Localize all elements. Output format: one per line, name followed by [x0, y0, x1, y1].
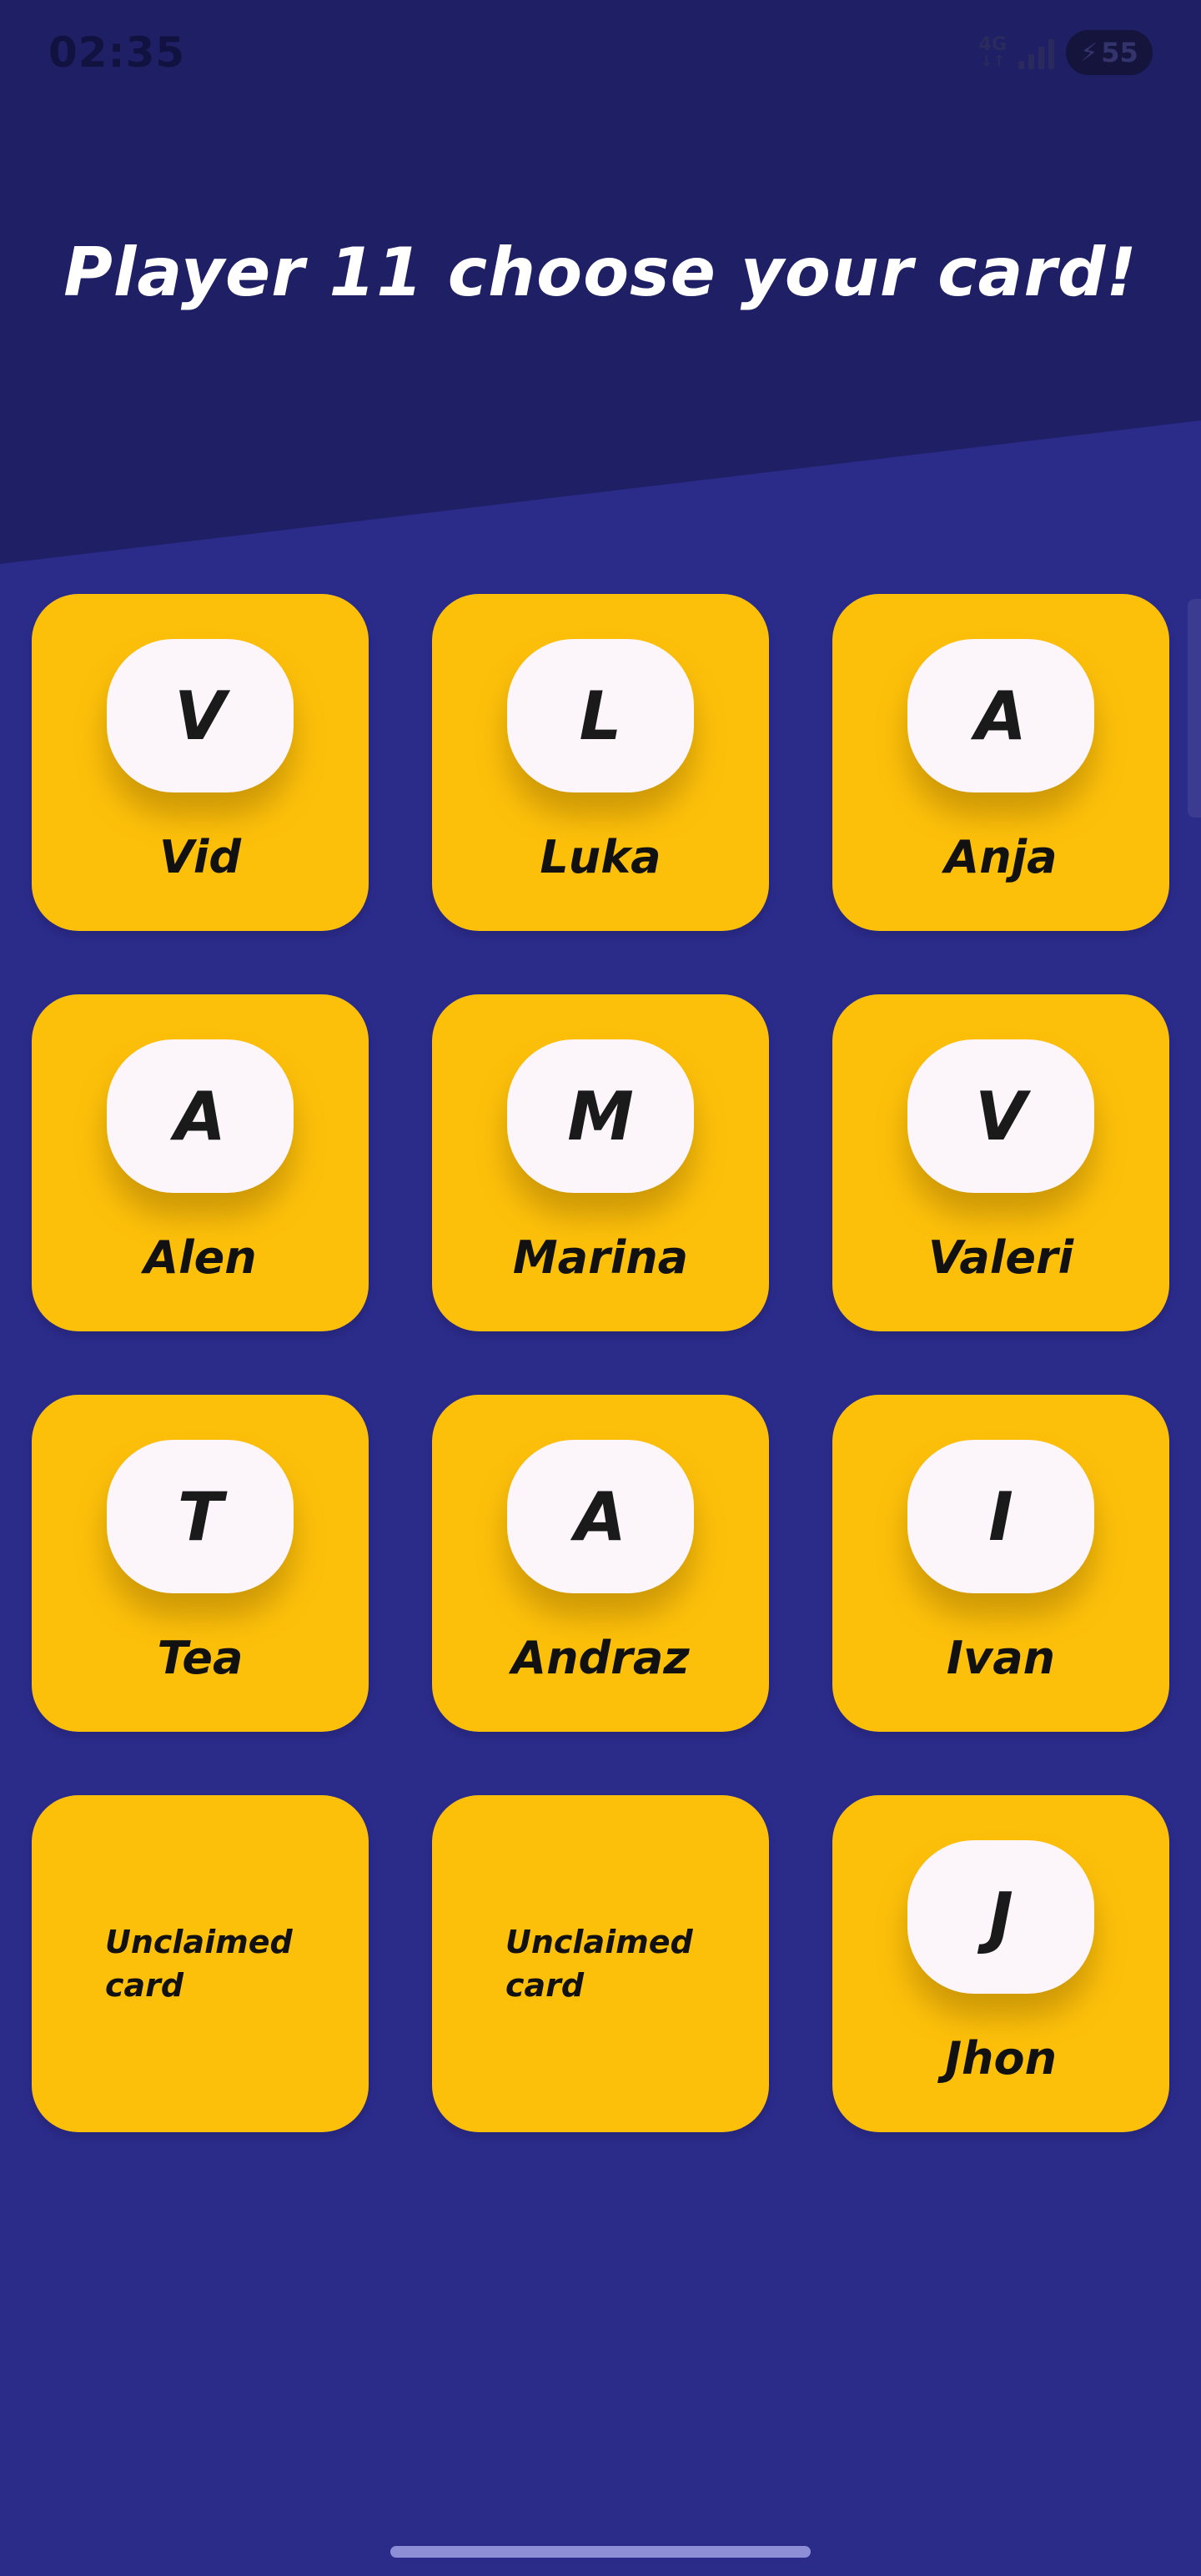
unclaimed-card[interactable]: Unclaimed card — [32, 1795, 369, 2132]
player-card[interactable]: L Luka — [432, 594, 769, 931]
player-card[interactable]: M Marina — [432, 994, 769, 1331]
player-card[interactable]: I Ivan — [832, 1395, 1169, 1732]
player-card[interactable]: T Tea — [32, 1395, 369, 1732]
player-name: Tea — [157, 1632, 244, 1684]
status-icons: 4G ↓↑ ⚡ 55 — [979, 28, 1153, 77]
player-card[interactable]: J Jhon — [832, 1795, 1169, 2132]
home-indicator[interactable] — [390, 2546, 811, 2558]
unclaimed-card[interactable]: Unclaimed card — [432, 1795, 769, 2132]
player-card[interactable]: V Vid — [32, 594, 369, 931]
card-grid: V Vid L Luka A Anja A Alen M Marina V Va… — [32, 594, 1169, 2132]
player-name: Anja — [944, 831, 1058, 883]
page-title: Player 11 choose your card! — [63, 234, 1138, 311]
player-avatar: M — [507, 1039, 694, 1193]
player-card[interactable]: V Valeri — [832, 994, 1169, 1331]
player-name: Andraz — [511, 1632, 690, 1684]
scrollbar-thumb[interactable] — [1188, 599, 1201, 818]
player-card[interactable]: A Alen — [32, 994, 369, 1331]
network-arrows-icon: ↓↑ — [980, 53, 1006, 70]
player-name: Vid — [158, 831, 241, 883]
player-avatar: A — [507, 1440, 694, 1593]
player-card[interactable]: A Anja — [832, 594, 1169, 931]
player-avatar: I — [907, 1440, 1094, 1593]
unclaimed-card-label: Unclaimed card — [105, 1924, 293, 2004]
network-indicator: 4G ↓↑ — [979, 36, 1007, 69]
status-bar: 02:35 4G ↓↑ ⚡ 55 — [0, 0, 1201, 108]
player-name: Alen — [143, 1231, 257, 1284]
battery-charging-icon: ⚡ 55 — [1066, 30, 1153, 75]
status-time: 02:35 — [48, 28, 186, 77]
unclaimed-card-label: Unclaimed card — [505, 1924, 693, 2004]
battery-level: 55 — [1101, 37, 1138, 68]
player-avatar: V — [107, 639, 294, 792]
player-name: Valeri — [927, 1231, 1074, 1284]
player-card[interactable]: A Andraz — [432, 1395, 769, 1732]
player-name: Jhon — [944, 2032, 1058, 2085]
bolt-icon: ⚡ — [1080, 38, 1098, 68]
network-type: 4G — [978, 34, 1007, 55]
player-avatar: V — [907, 1039, 1094, 1193]
player-avatar: A — [107, 1039, 294, 1193]
player-name: Marina — [512, 1231, 689, 1284]
player-avatar: T — [107, 1440, 294, 1593]
player-name: Ivan — [946, 1632, 1056, 1684]
player-avatar: A — [907, 639, 1094, 792]
player-name: Luka — [540, 831, 661, 883]
player-avatar: J — [907, 1840, 1094, 1994]
player-avatar: L — [507, 639, 694, 792]
signal-icon — [1018, 36, 1054, 69]
